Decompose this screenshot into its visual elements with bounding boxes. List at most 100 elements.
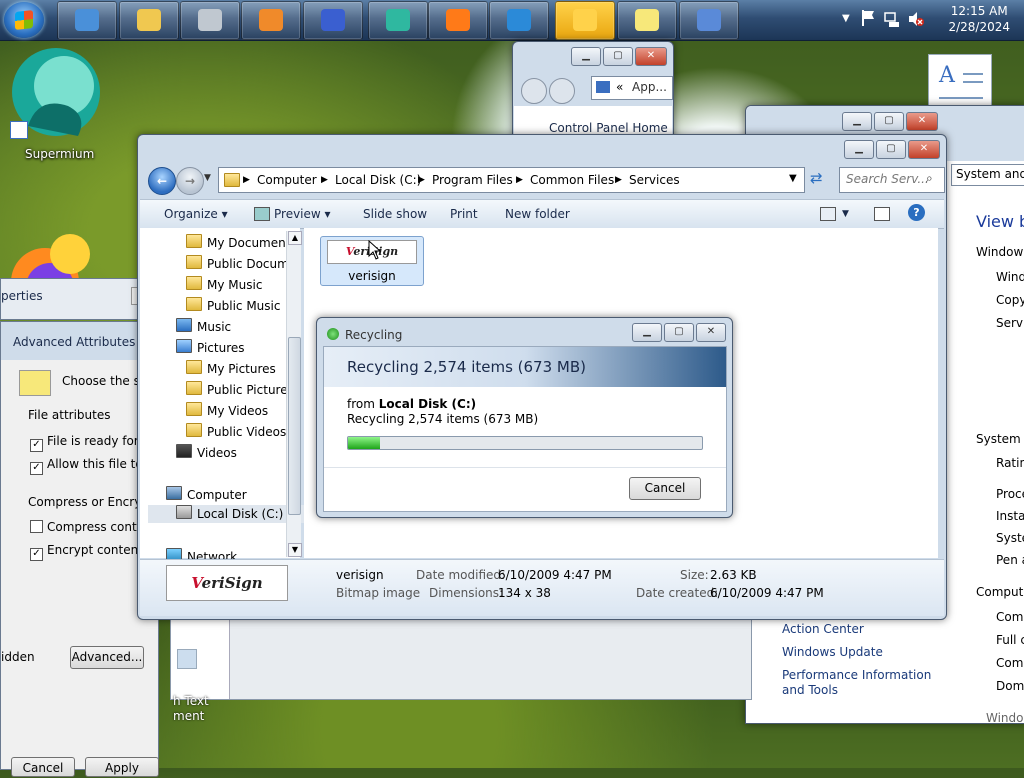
volume-muted-icon[interactable] — [907, 10, 925, 28]
system-maximize-button[interactable]: ▢ — [874, 112, 904, 131]
cp-close-button[interactable]: ✕ — [635, 47, 667, 66]
nav-item-my-documents[interactable]: My Documents — [186, 234, 286, 250]
nav-item-label: Videos — [197, 446, 237, 460]
nav-item-computer[interactable]: Computer — [166, 486, 286, 502]
recycling-maximize-button[interactable]: ▢ — [664, 323, 694, 342]
media-player-icon — [259, 9, 283, 31]
nav-item-my-videos[interactable]: My Videos — [186, 402, 286, 418]
chevron-up-icon[interactable]: ▼ — [842, 13, 850, 24]
taskbar-windows-flag-button[interactable] — [555, 1, 615, 40]
preview-icon — [254, 207, 270, 221]
section-system: System — [976, 432, 1021, 446]
firefox-icon — [11, 234, 90, 316]
apply-button[interactable]: Apply — [85, 757, 159, 777]
search-input[interactable]: Search Serv... ⌕ — [839, 167, 945, 193]
nav-item-label: Computer — [187, 488, 247, 502]
recycling-close-button[interactable]: ✕ — [696, 323, 726, 342]
scroll-thumb[interactable] — [288, 337, 301, 515]
windows-update-link[interactable]: Windows Update — [782, 645, 883, 659]
control-panel-window[interactable]: ▁ ▢ ✕ « App... Control Panel Home — [512, 41, 674, 143]
nav-item-public-videos[interactable]: Public Videos — [186, 423, 286, 439]
nav-item-public-docume[interactable]: Public Docume — [186, 255, 286, 271]
minimize-button[interactable]: ▁ — [844, 140, 874, 159]
preview-button[interactable]: Preview ▾ — [254, 207, 331, 221]
nav-item-label: My Videos — [207, 404, 269, 418]
system-minimize-button[interactable]: ▁ — [842, 112, 872, 131]
preview-pane-icon[interactable] — [874, 207, 890, 221]
network-icon[interactable] — [883, 10, 901, 28]
recycling-minimize-button[interactable]: ▁ — [632, 323, 662, 342]
system-address-text: System and S — [956, 167, 1024, 181]
nav-item-public-pictures[interactable]: Public Pictures — [186, 381, 286, 397]
cp-maximize-button[interactable]: ▢ — [603, 47, 633, 66]
taskbar-sticky-notes-button[interactable] — [617, 1, 677, 40]
forward-button[interactable]: → — [176, 167, 204, 195]
cp-back-icon[interactable] — [521, 78, 547, 104]
cancel-button[interactable]: Cancel — [11, 757, 75, 777]
taskbar-calculator-button[interactable] — [180, 1, 240, 40]
advanced-button[interactable]: Advanced... — [70, 646, 144, 669]
taskbar-media-player-button[interactable] — [241, 1, 301, 40]
nav-item-my-music[interactable]: My Music — [186, 276, 286, 292]
print-button[interactable]: Print — [450, 207, 478, 221]
breadcrumb-separator-icon[interactable]: ▶ — [615, 175, 622, 185]
taskbar-internet-explorer-button[interactable] — [489, 1, 549, 40]
taskbar-firefox-button[interactable] — [428, 1, 488, 40]
performance-info-link[interactable]: Performance Information and Tools — [782, 668, 947, 698]
properties-window[interactable]: perties — [0, 278, 143, 320]
firefox-desktop-icon[interactable] — [0, 232, 100, 316]
close-button[interactable]: ✕ — [908, 140, 940, 159]
recycling-cancel-button[interactable]: Cancel — [629, 477, 701, 500]
breadcrumb-item[interactable]: Common Files — [530, 173, 614, 187]
help-icon[interactable]: ? — [908, 204, 925, 221]
scroll-up-icon[interactable]: ▲ — [288, 231, 302, 245]
breadcrumb-item[interactable]: Local Disk (C:) — [335, 173, 421, 187]
cp-minimize-button[interactable]: ▁ — [571, 47, 601, 66]
search-icon[interactable]: ⌕ — [926, 171, 933, 186]
scroll-down-icon[interactable]: ▼ — [288, 543, 302, 557]
organize-button[interactable]: Organize ▾ — [164, 207, 228, 221]
system-close-button[interactable]: ✕ — [906, 112, 938, 131]
breadcrumb-separator-icon[interactable]: ▶ — [418, 175, 425, 185]
breadcrumb-item[interactable]: Services — [629, 173, 680, 187]
view-dropdown-icon[interactable]: ▼ — [842, 209, 849, 219]
address-dropdown-icon[interactable]: ▼ — [789, 173, 797, 184]
taskbar-supermium-button[interactable] — [368, 1, 428, 40]
flag-icon[interactable] — [861, 9, 875, 27]
supermium-desktop-icon[interactable] — [8, 46, 104, 142]
nav-item-public-music[interactable]: Public Music — [186, 297, 286, 313]
nav-item-pictures[interactable]: Pictures — [176, 339, 286, 355]
address-bar[interactable]: ▶ Computer ▶ Local Disk (C:) ▶ Program Files ▶… — [218, 167, 805, 193]
nav-item-local-disk-c[interactable]: Local Disk (C:) — [148, 505, 306, 523]
view-icon[interactable] — [820, 207, 836, 221]
control-panel-home-link[interactable]: Control Panel Home — [549, 121, 668, 135]
breadcrumb-item[interactable]: Computer — [257, 173, 317, 187]
maximize-button[interactable]: ▢ — [876, 140, 906, 159]
cp-forward-icon[interactable] — [549, 78, 575, 104]
slideshow-button[interactable]: Slide show — [363, 207, 427, 221]
recent-pages-chevron-icon[interactable]: ▼ — [204, 173, 211, 183]
nav-item-my-pictures[interactable]: My Pictures — [186, 360, 286, 376]
breadcrumb-item[interactable]: Program Files — [432, 173, 513, 187]
system-item: Rating — [996, 456, 1024, 470]
nav-item-label: My Music — [207, 278, 263, 292]
navigation-scrollbar[interactable]: ▲ ▼ — [286, 231, 302, 557]
back-button[interactable]: ← — [148, 167, 176, 195]
clock[interactable]: 12:15 AM 2/28/2024 — [948, 3, 1010, 35]
advanced-attributes-dialog[interactable]: Advanced Attributes Choose the sett File… — [0, 321, 165, 777]
breadcrumb-separator-icon[interactable]: ▶ — [243, 175, 250, 185]
new-folder-button[interactable]: New folder — [505, 207, 570, 221]
nav-item-music[interactable]: Music — [176, 318, 286, 334]
breadcrumb-separator-icon[interactable]: ▶ — [516, 175, 523, 185]
taskbar-infinity-app-button[interactable] — [303, 1, 363, 40]
refresh-icon[interactable]: ⇄ — [810, 169, 823, 187]
section-windows: Windows — [976, 245, 1024, 259]
taskbar-wordpad-button[interactable] — [679, 1, 739, 40]
taskbar-remote-desktop-button[interactable] — [57, 1, 117, 40]
recycling-dialog[interactable]: Recycling ▁ ▢ ✕ Recycling 2,574 items (6… — [316, 317, 733, 518]
breadcrumb-separator-icon[interactable]: ▶ — [321, 175, 328, 185]
nav-item-videos[interactable]: Videos — [176, 444, 286, 460]
start-button[interactable] — [4, 2, 44, 38]
action-center-link[interactable]: Action Center — [782, 622, 864, 636]
taskbar-file-explorer-button[interactable] — [119, 1, 179, 40]
